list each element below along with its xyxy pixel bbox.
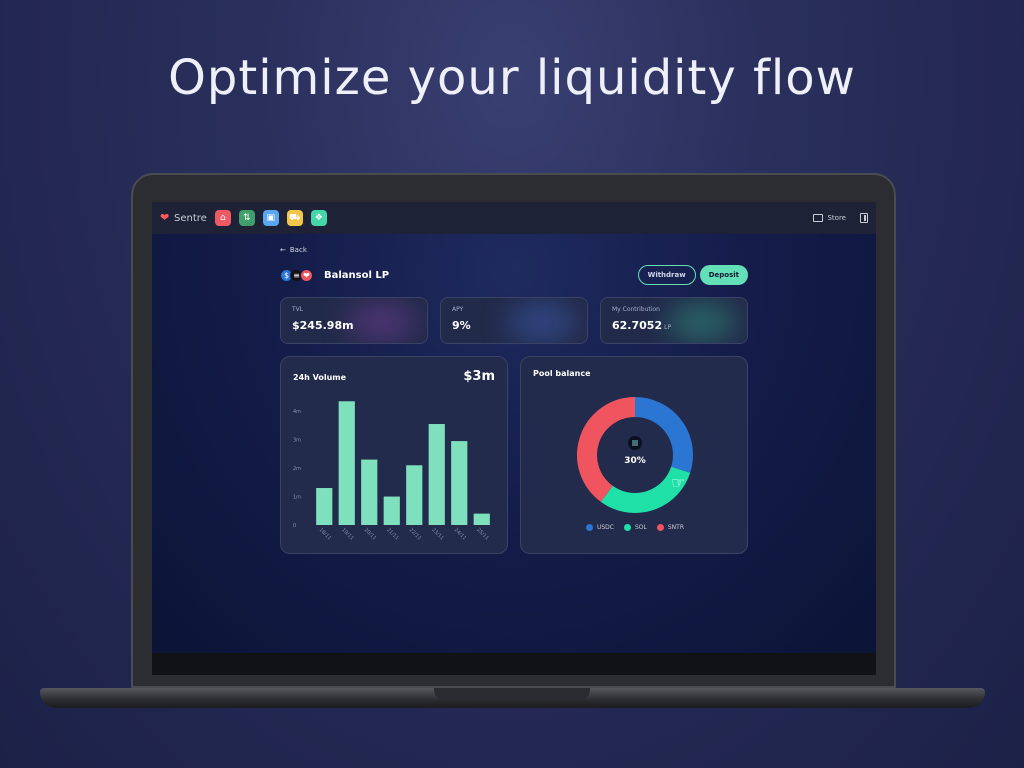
swap-icon[interactable]: ⇅ xyxy=(238,210,255,226)
laptop-notch xyxy=(434,688,590,700)
volume-bar xyxy=(406,465,423,525)
volume-bar xyxy=(473,513,490,525)
brand-name: Sentre xyxy=(174,212,207,224)
x-tick-label: 24/11 xyxy=(453,527,467,541)
volume-bar xyxy=(428,424,445,525)
chart-cards: 24h Volume $3m 0 1m 2m 3m 4m 18/11 19/11 20/11 2… xyxy=(280,356,748,554)
legend-swatch xyxy=(656,524,664,531)
donut-center-label: 30% xyxy=(624,456,646,466)
legend-item: USDC xyxy=(585,524,614,531)
store-button[interactable]: Store xyxy=(813,214,846,222)
x-tick-label: 18/11 xyxy=(318,527,332,541)
home-icon[interactable]: ⌂ xyxy=(214,210,231,226)
tvl-label: TVL xyxy=(292,306,304,313)
volume-total: $3m xyxy=(463,369,495,384)
withdraw-button[interactable]: Withdraw xyxy=(637,265,696,285)
legend-item: SOL xyxy=(624,524,647,531)
sidebar-toggle-icon[interactable] xyxy=(860,213,868,223)
legend-label: USDC xyxy=(596,524,614,531)
y-tick-label: 4m xyxy=(293,409,301,415)
volume-title: 24h Volume xyxy=(293,373,347,382)
volume-bar xyxy=(338,401,355,525)
pool-header: $ ≡ ❤ Balansol LP Withdraw Deposit xyxy=(280,264,748,286)
donut-slice-sntr[interactable] xyxy=(577,397,636,502)
laptop-bezel xyxy=(152,653,876,675)
app-screen: ❤ Sentre ⌂ ⇅ ▣ ⛟ ❖ Store ← Back $ ≡ ❤ Ba… xyxy=(152,202,876,653)
arrow-left-icon: ← xyxy=(280,246,286,254)
pool-balance-title: Pool balance xyxy=(533,369,591,378)
contribution-amount: 62.7052 xyxy=(612,319,663,332)
volume-bar-chart: 0 1m 2m 3m 4m 18/11 19/11 20/11 21/11 22/11 23/11 2… xyxy=(293,401,490,542)
pool-details: ← Back $ ≡ ❤ Balansol LP Withdraw Deposi… xyxy=(280,246,748,554)
volume-bar xyxy=(361,459,378,525)
stat-cards: TVL $245.98m APY 9% My Contribution 62.7… xyxy=(280,297,748,344)
contribution-value: 62.7052 LP xyxy=(612,319,736,332)
y-tick-label: 3m xyxy=(293,438,301,444)
y-tick-label: 1m xyxy=(293,495,301,501)
tvl-card: TVL $245.98m xyxy=(280,297,428,344)
y-tick-label: 0 xyxy=(293,523,296,529)
pool-balance-card: Pool balance 30% USDC SOL SNTR ☞ xyxy=(520,356,748,554)
store-icon xyxy=(813,214,824,222)
tvl-value: $245.98m xyxy=(292,319,354,332)
app-launcher: ⌂ ⇅ ▣ ⛟ ❖ xyxy=(214,210,327,226)
y-tick-label: 2m xyxy=(293,466,301,472)
x-tick-label: 20/11 xyxy=(363,527,377,541)
wallet-icon[interactable]: ▣ xyxy=(262,210,279,226)
pool-balance-donut: 30% xyxy=(577,397,693,513)
x-tick-label: 21/11 xyxy=(385,527,399,541)
volume-bar xyxy=(316,488,333,525)
pool-balance-legend: USDC SOL SNTR xyxy=(521,524,749,531)
volume-card: 24h Volume $3m 0 1m 2m 3m 4m 18/11 19/11 20/11 2… xyxy=(280,356,508,554)
legend-swatch xyxy=(585,524,593,531)
legend-item: SNTR xyxy=(656,524,685,531)
pool-name: Balansol LP xyxy=(324,269,390,281)
x-tick-label: 19/11 xyxy=(340,527,354,541)
top-bar: ❤ Sentre ⌂ ⇅ ▣ ⛟ ❖ Store xyxy=(152,202,876,234)
apy-label: APY xyxy=(452,306,464,313)
brand[interactable]: ❤ Sentre xyxy=(160,211,207,224)
sentre-logo-icon: ❤ xyxy=(160,211,170,224)
donut-slice-sol[interactable] xyxy=(600,466,691,513)
tractor-icon[interactable]: ⛟ xyxy=(286,210,303,226)
back-label: Back xyxy=(289,246,307,254)
x-tick-label: 23/11 xyxy=(430,527,444,541)
deposit-button[interactable]: Deposit xyxy=(699,265,748,285)
legend-label: SOL xyxy=(635,524,647,531)
pointer-cursor-icon: ☞ xyxy=(671,473,686,492)
contribution-label: My Contribution xyxy=(612,306,660,313)
puzzle-icon[interactable]: ❖ xyxy=(310,210,327,226)
x-tick-label: 22/11 xyxy=(408,527,422,541)
legend-label: SNTR xyxy=(667,524,685,531)
contribution-card: My Contribution 62.7052 LP xyxy=(600,297,748,344)
volume-bar xyxy=(383,496,400,525)
back-button[interactable]: ← Back xyxy=(280,246,748,254)
token-icons: $ ≡ ❤ xyxy=(280,268,313,282)
volume-bar xyxy=(451,441,468,525)
apy-card: APY 9% xyxy=(440,297,588,344)
store-label: Store xyxy=(827,214,846,222)
apy-value: 9% xyxy=(452,319,471,332)
page-headline: Optimize your liquidity flow xyxy=(168,50,856,106)
contribution-unit: LP xyxy=(664,324,672,331)
x-tick-label: 25/11 xyxy=(475,527,489,541)
legend-swatch xyxy=(624,524,631,531)
sntr-icon: ❤ xyxy=(300,268,313,282)
